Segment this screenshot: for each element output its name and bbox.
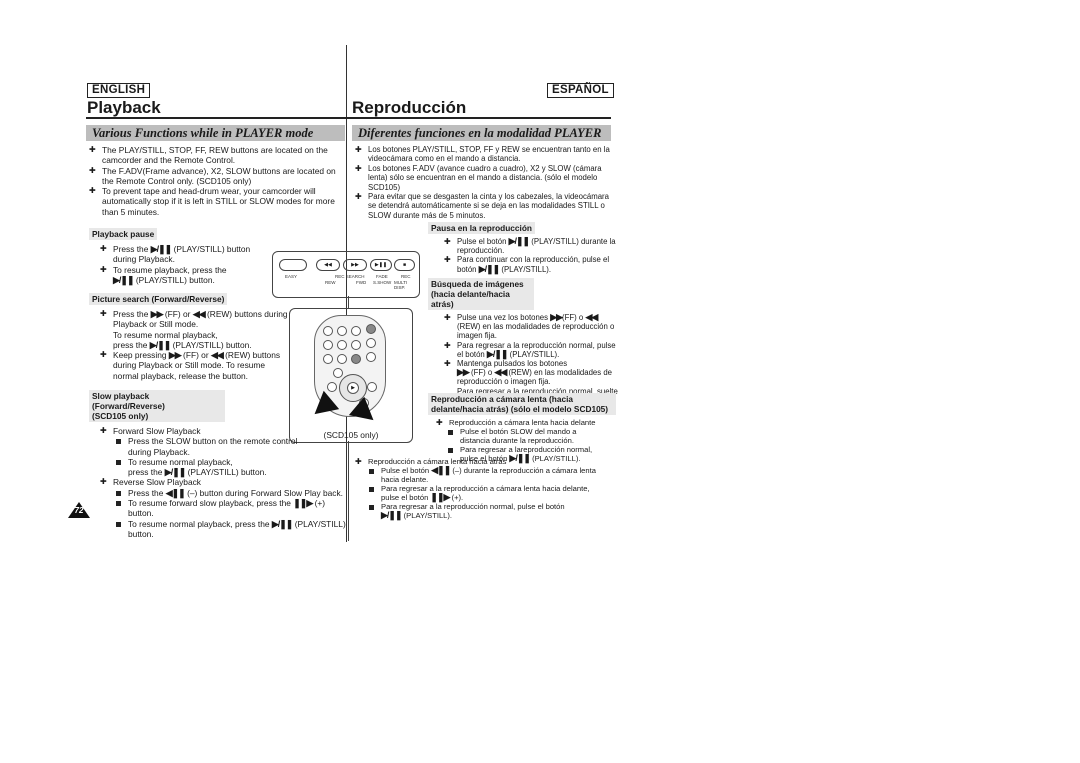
espanol-label: ESPAÑOL bbox=[547, 83, 614, 98]
search-item: Keep pressing ▶▶ (FF) or ◀◀ (REW) button… bbox=[100, 350, 289, 381]
play-still-icon: ▶/❚❚ bbox=[113, 274, 134, 285]
slow-item: To resume normal playback, press the ▶/❚❚… bbox=[114, 457, 304, 478]
playback-pause-heading: Playback pause bbox=[89, 228, 158, 240]
busqueda-heading: Búsqueda de imágenes (hacia delante/hacia… bbox=[428, 278, 534, 310]
slow-item: Press the ◀❚❚ (–) button during Forward … bbox=[114, 488, 349, 498]
rew-icon: ◀◀ bbox=[192, 309, 206, 319]
busqueda-item: Pulse una vez los botones ▶▶(FF) o ◀◀ (R… bbox=[444, 312, 618, 341]
busqueda-section: Búsqueda de imágenes (hacia delante/hacia… bbox=[428, 278, 618, 405]
pausa-item: Pulse el botón ▶/❚❚ (PLAY/STILL) durante… bbox=[444, 236, 618, 255]
camara-lenta-section: Reproducción a cámara lenta (hacia delan… bbox=[428, 393, 616, 463]
play-still-icon: ▶/❚❚ bbox=[381, 510, 402, 520]
play-still-icon: ▶/❚❚ bbox=[149, 339, 171, 350]
rec-search-label: REC SEARCH bbox=[335, 274, 365, 279]
slow-forward-icon: ❚❚▶ bbox=[430, 492, 450, 502]
intro-item: Los botones PLAY/STILL, STOP, FF y REW s… bbox=[355, 145, 617, 164]
section-banner-left: Various Functions while in PLAYER mode bbox=[86, 125, 345, 141]
intro-item: Los botones F.ADV (avance cuadro a cuadr… bbox=[355, 164, 617, 192]
picture-search-heading: Picture search (Forward/Reverse) bbox=[89, 293, 228, 305]
fwd-label: FWD bbox=[356, 280, 367, 285]
title-rule-right bbox=[346, 117, 611, 119]
remote-connector-top bbox=[348, 296, 349, 308]
play-still-icon: ▶/❚❚ bbox=[271, 518, 293, 529]
intro-item: The F.ADV(Frame advance), X2, SLOW butto… bbox=[89, 166, 339, 187]
rew-icon: ◀◀ bbox=[585, 312, 598, 322]
intro-list-left: The PLAY/STILL, STOP, FF, REW buttons ar… bbox=[89, 145, 339, 217]
intro-list-right: Los botones PLAY/STILL, STOP, FF y REW s… bbox=[355, 145, 617, 220]
ff-icon: ▶▶ bbox=[550, 312, 563, 322]
rew-icon: ◀◀ bbox=[494, 367, 507, 378]
play-still-icon: ▶/❚❚ bbox=[508, 236, 530, 246]
play-still-icon: ▶/❚❚ bbox=[486, 348, 508, 359]
ff-button[interactable]: ▶▶ bbox=[343, 259, 367, 271]
title-rule-left bbox=[86, 117, 347, 119]
pausa-heading: Pausa en la reproducción bbox=[428, 222, 535, 234]
ff-icon: ▶▶ bbox=[150, 309, 164, 319]
rec-label: REC bbox=[401, 274, 411, 279]
search-item: Press the ▶▶ (FF) or ◀◀ (REW) buttons du… bbox=[100, 309, 289, 350]
pausa-section: Pausa en la reproducción Pulse el botón … bbox=[428, 222, 618, 274]
slow-item: To resume normal playback, press the ▶/❚… bbox=[114, 519, 349, 540]
camcorder-panel: ◀◀ ▶▶ ▶❚❚ ■ EASY REC SEARCH REW FWD FADE… bbox=[272, 251, 420, 298]
reverse-slow-section-es: Reproducción a cámara lenta hacia atrás … bbox=[355, 457, 617, 520]
forward-slow-title: Forward Slow Playback bbox=[100, 426, 349, 437]
section-banner-right: Diferentes funciones en la modalidad PLA… bbox=[352, 125, 611, 141]
ff-icon: ▶▶ bbox=[457, 367, 470, 378]
pause-item: To resume playback, press the▶/❚❚ (PLAY/… bbox=[100, 265, 264, 286]
rew-button[interactable]: ◀◀ bbox=[316, 259, 340, 271]
play-still-button[interactable]: ▶❚❚ bbox=[370, 259, 392, 271]
play-still-icon: ▶/❚❚ bbox=[478, 263, 500, 274]
busqueda-item: Para regresar a la reproducción normal, … bbox=[444, 341, 618, 359]
fade-label: FADE bbox=[376, 274, 388, 279]
intro-item: The PLAY/STILL, STOP, FF, REW buttons ar… bbox=[89, 145, 339, 166]
slow-item: Press the SLOW button on the remote cont… bbox=[114, 436, 304, 457]
slow-playback-heading: Slow playback (Forward/Reverse) (SCD105 o… bbox=[89, 390, 225, 422]
pausa-item: Para continuar con la reproducción, puls… bbox=[444, 255, 618, 273]
ff-icon: ▶▶ bbox=[168, 350, 182, 361]
english-label: ENGLISH bbox=[87, 83, 151, 98]
page-title-right: Reproducción bbox=[352, 98, 467, 117]
page-title-left: Playback bbox=[87, 98, 161, 117]
lenta-item: Para regresar a la reproducción a cámara… bbox=[367, 484, 602, 502]
page-number-badge: 72 bbox=[68, 502, 90, 518]
intro-item: To prevent tape and head-drum wear, your… bbox=[89, 186, 339, 217]
easy-button[interactable] bbox=[279, 259, 307, 271]
reverse-slow-title: Reverse Slow Playback bbox=[100, 477, 349, 488]
sshow-label: S.SHOW bbox=[373, 280, 392, 285]
playback-pause-section: Playback pause Press the ▶/❚❚ (PLAY/STIL… bbox=[89, 228, 264, 285]
pause-item: Press the ▶/❚❚ (PLAY/STILL) button durin… bbox=[100, 244, 264, 265]
reverse-slow-title-es: Reproducción a cámara lenta hacia atrás bbox=[355, 457, 617, 466]
slow-reverse-icon: ◀❚❚ bbox=[165, 487, 186, 498]
rew-icon: ◀◀ bbox=[210, 350, 224, 361]
play-still-icon: ▶/❚❚ bbox=[164, 467, 186, 478]
multi-disp-label: MULTI DISP. bbox=[394, 280, 408, 290]
picture-search-section: Picture search (Forward/Reverse) Press t… bbox=[89, 293, 289, 381]
intro-item: Para evitar que se desgasten la cinta y … bbox=[355, 192, 617, 220]
rew-label: REW bbox=[325, 280, 336, 285]
lenta-item: Para regresar a la reproducción normal, … bbox=[367, 502, 602, 520]
stop-button[interactable]: ■ bbox=[394, 259, 415, 271]
slow-playback-section: Slow playback (Forward/Reverse) (SCD105 o… bbox=[89, 390, 349, 539]
easy-label: EASY bbox=[285, 274, 298, 279]
slow-reverse-icon: ◀❚❚ bbox=[431, 465, 451, 475]
forward-slow-title-es: Reproducción a cámara lenta hacia delant… bbox=[436, 418, 616, 427]
lenta-item: Pulse el botón SLOW del mando a distanci… bbox=[446, 427, 596, 445]
play-still-icon: ▶/❚❚ bbox=[150, 244, 172, 254]
camara-lenta-heading: Reproducción a cámara lenta (hacia delan… bbox=[428, 393, 616, 415]
slow-forward-icon: ❚❚▶ bbox=[293, 498, 313, 509]
slow-item: To resume forward slow playback, press t… bbox=[114, 498, 349, 519]
lenta-item: Pulse el botón ◀❚❚ (–) durante la reprod… bbox=[367, 466, 602, 484]
